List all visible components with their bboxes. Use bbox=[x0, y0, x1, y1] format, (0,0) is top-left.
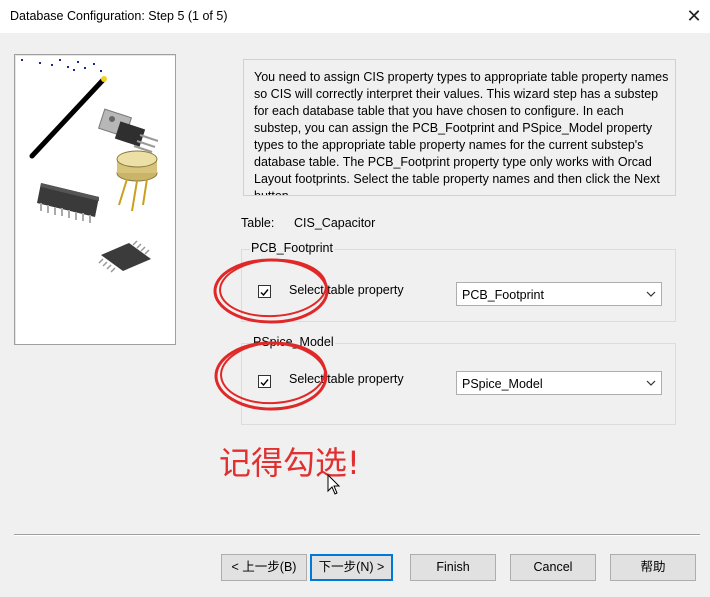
pcb-footprint-group-title: PCB_Footprint bbox=[250, 241, 334, 255]
description-box: You need to assign CIS property types to… bbox=[243, 59, 676, 196]
chevron-down-icon bbox=[646, 291, 656, 297]
title-bar: Database Configuration: Step 5 (1 of 5) … bbox=[0, 0, 710, 33]
finish-button[interactable]: Finish bbox=[410, 554, 496, 581]
table-name: CIS_Capacitor bbox=[294, 216, 376, 230]
cancel-button[interactable]: Cancel bbox=[510, 554, 596, 581]
close-icon[interactable]: ✕ bbox=[684, 5, 704, 27]
annotation-circles bbox=[213, 258, 329, 411]
pspice-model-select-value: PSpice_Model bbox=[462, 377, 543, 391]
chevron-down-icon bbox=[646, 380, 656, 386]
wizard-illustration bbox=[14, 54, 176, 345]
table-label: Table: bbox=[241, 216, 275, 230]
pcb-footprint-select[interactable]: PCB_Footprint bbox=[456, 282, 662, 306]
description-text: You need to assign CIS property types to… bbox=[254, 70, 669, 196]
mouse-pointer-icon bbox=[327, 474, 341, 495]
back-button[interactable]: < 上一步(B) bbox=[221, 554, 307, 581]
help-button[interactable]: 帮助 bbox=[610, 554, 696, 581]
components-illustration bbox=[21, 59, 159, 273]
window-title: Database Configuration: Step 5 (1 of 5) bbox=[10, 9, 228, 23]
next-button[interactable]: 下一步(N) > bbox=[310, 554, 393, 581]
pcb-footprint-select-value: PCB_Footprint bbox=[462, 288, 544, 302]
pspice-model-select[interactable]: PSpice_Model bbox=[456, 371, 662, 395]
separator bbox=[14, 534, 700, 536]
